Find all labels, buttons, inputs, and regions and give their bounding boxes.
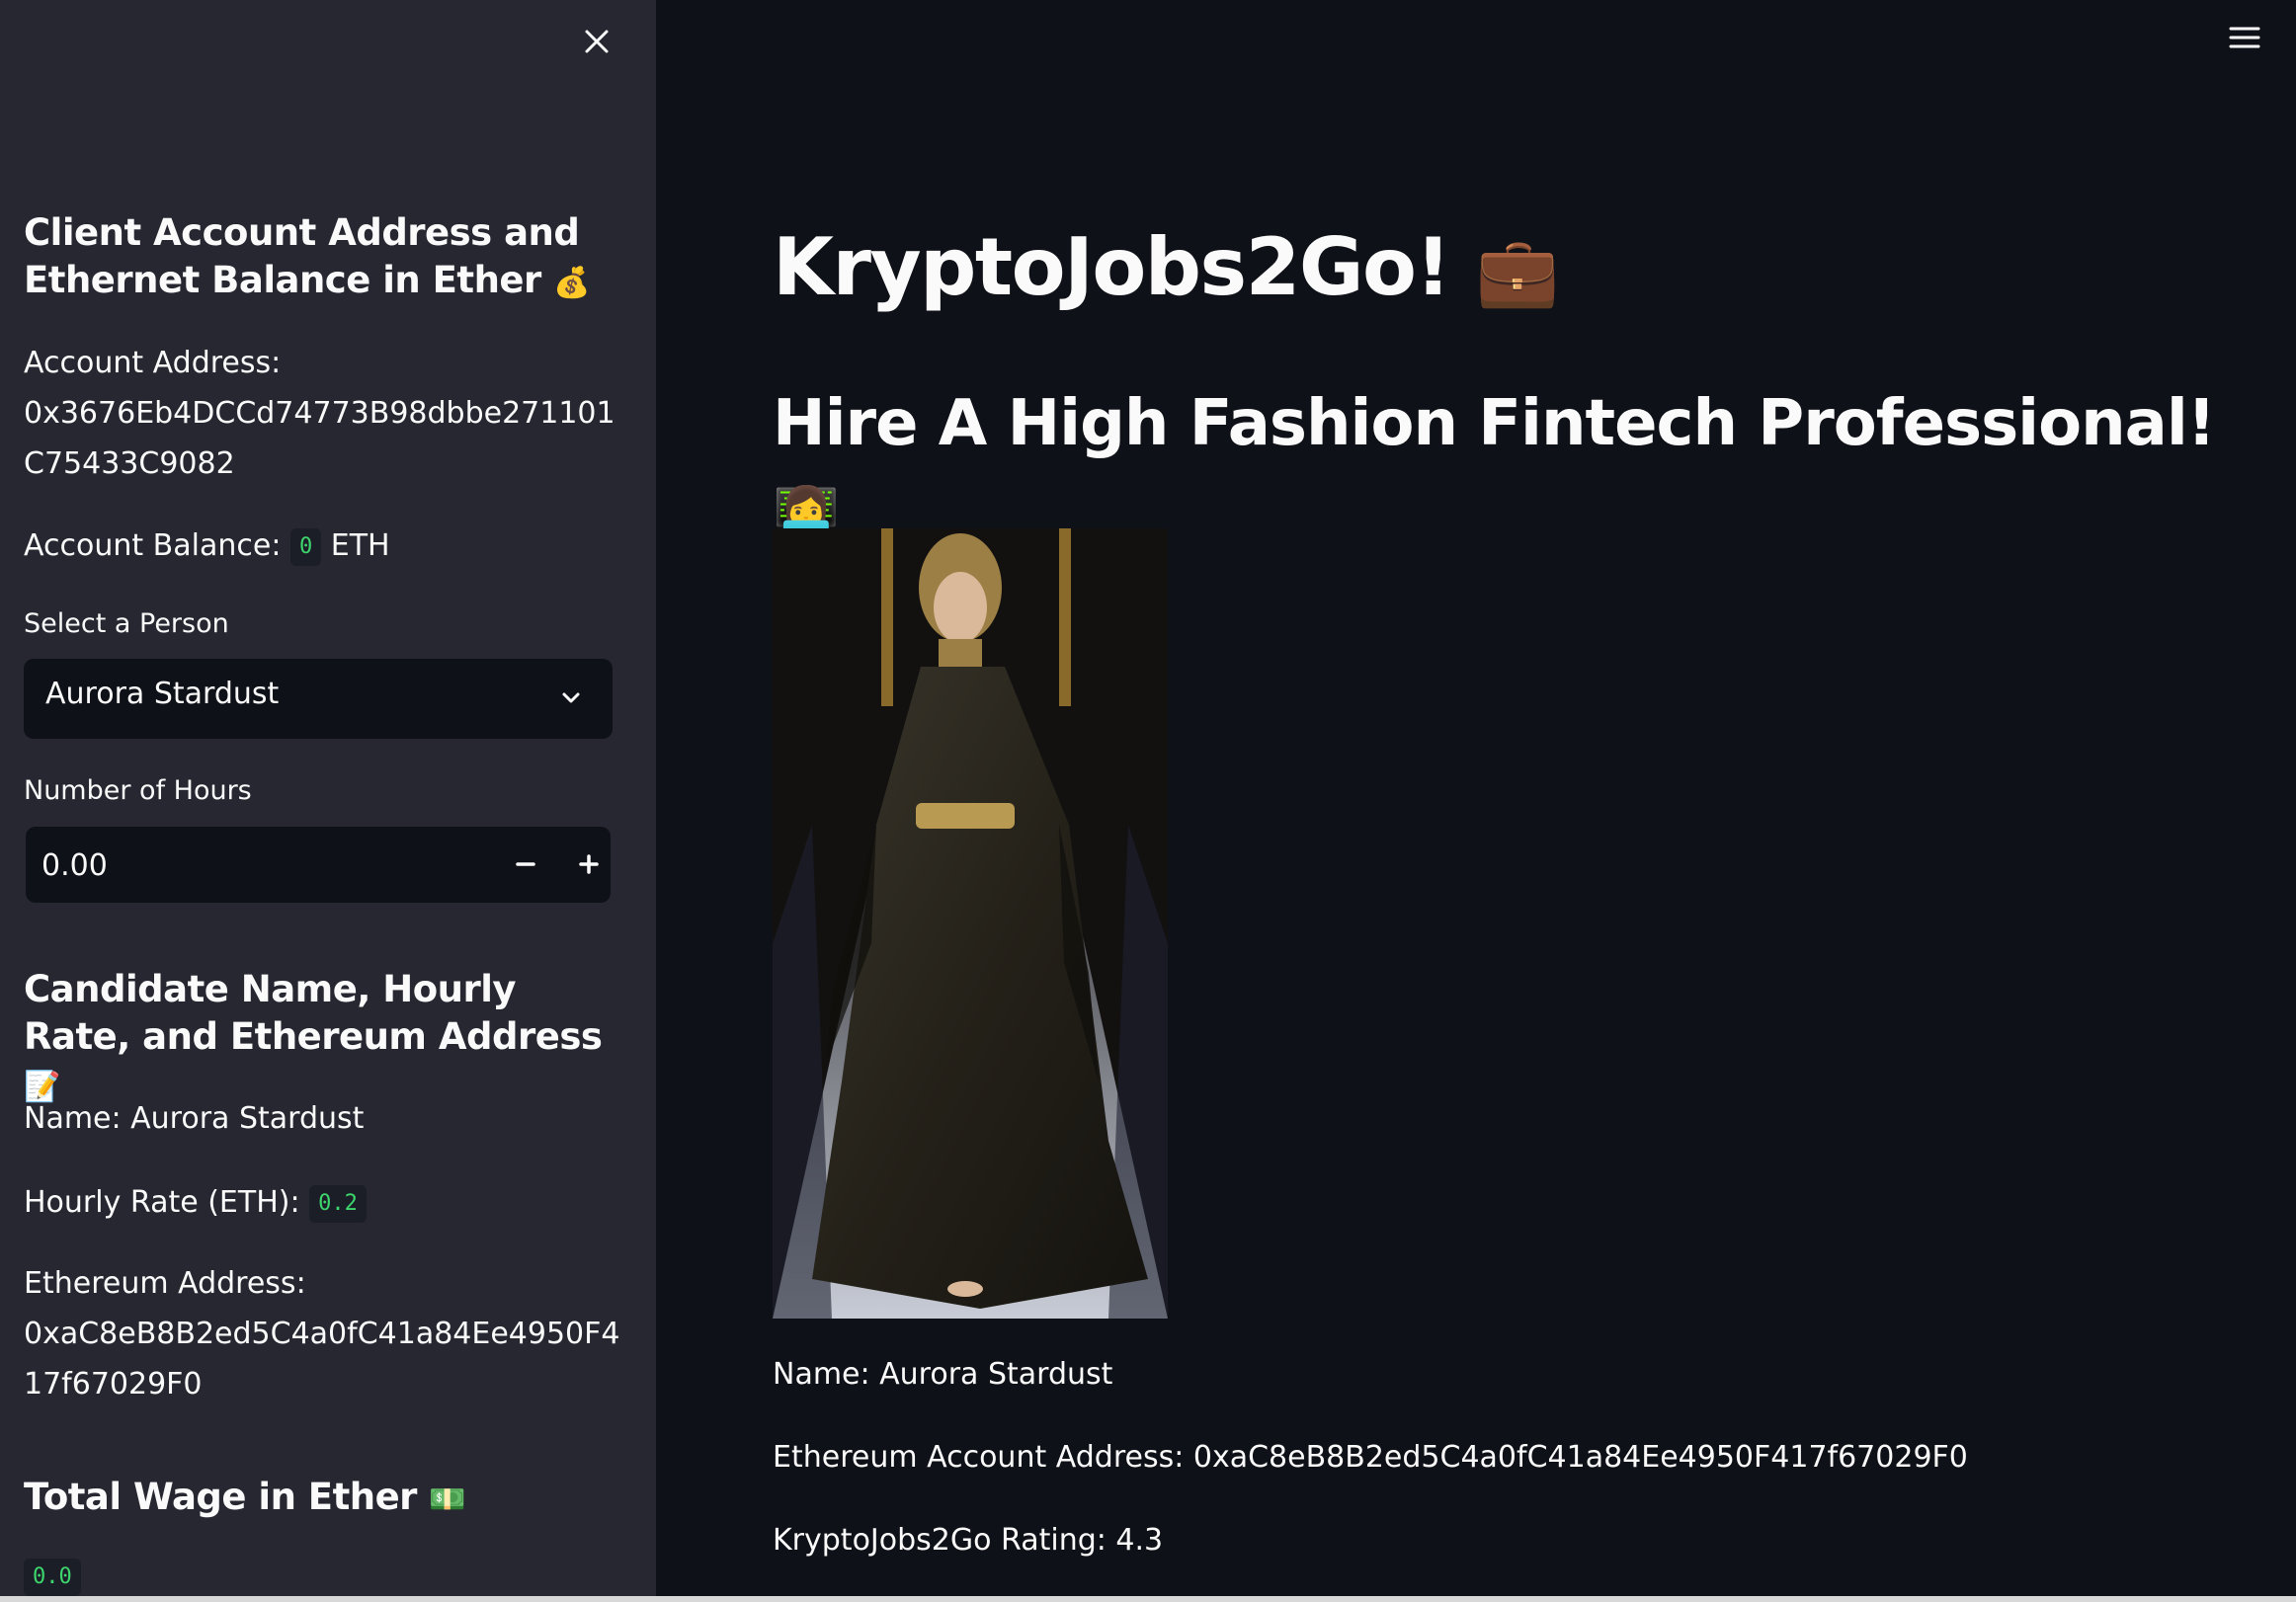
main-menu-button[interactable] xyxy=(2225,18,2264,57)
wage-heading: Total Wage in Ether 💵 xyxy=(24,1474,626,1524)
wage-value: 0.0 xyxy=(24,1559,81,1596)
decrement-button[interactable] xyxy=(502,841,549,888)
account-balance-label: Account Balance: xyxy=(24,528,282,563)
page-title-text: KryptoJobs2Go! xyxy=(773,221,1451,313)
ethereum-address-label: Ethereum Address: xyxy=(24,1266,306,1301)
account-balance-unit: ETH xyxy=(330,528,390,563)
candidate-eth-address-main: Ethereum Account Address: 0xaC8eB8B2ed5C… xyxy=(773,1440,1968,1475)
account-heading: Client Account Address and Ethernet Bala… xyxy=(24,209,626,307)
hours-label: Number of Hours xyxy=(24,775,252,806)
hourly-rate-value: 0.2 xyxy=(309,1184,367,1223)
page-subtitle-text: Hire A High Fashion Fintech Professional… xyxy=(773,387,2216,460)
money-bag-icon: 💰 xyxy=(553,266,591,300)
select-person-value: Aurora Stardust xyxy=(45,677,280,711)
increment-button[interactable] xyxy=(565,841,613,888)
account-address-label: Account Address: xyxy=(24,346,282,380)
money-icon: 💵 xyxy=(429,1482,466,1517)
select-person-dropdown[interactable]: Aurora Stardust xyxy=(24,659,613,739)
chevron-down-icon xyxy=(562,692,580,703)
candidate-heading: Candidate Name, Hourly Rate, and Ethereu… xyxy=(24,966,626,1111)
window-bottom-edge xyxy=(0,1596,2296,1602)
account-balance-value: 0 xyxy=(289,527,322,566)
sidebar: Client Account Address and Ethernet Bala… xyxy=(0,0,656,1596)
close-sidebar-button[interactable] xyxy=(573,18,620,65)
briefcase-icon: 💼 xyxy=(1475,233,1560,311)
account-balance-line: Account Balance: 0 ETH xyxy=(24,521,626,571)
ethereum-address-block: Ethereum Address: 0xaC8eB8B2ed5C4a0fC41a… xyxy=(24,1258,626,1409)
candidate-heading-text: Candidate Name, Hourly Rate, and Ethereu… xyxy=(24,968,603,1058)
hours-number-input xyxy=(26,827,611,903)
wage-heading-text: Total Wage in Ether xyxy=(24,1476,417,1518)
candidate-name-main: Name: Aurora Stardust xyxy=(773,1357,1113,1392)
plus-icon xyxy=(579,854,599,874)
account-address-block: Account Address: 0x3676Eb4DCCd74773B98db… xyxy=(24,338,626,489)
hourly-rate-label: Hourly Rate (ETH): xyxy=(24,1185,300,1220)
hourly-rate-line: Hourly Rate (ETH): 0.2 xyxy=(24,1177,626,1228)
wage-value-block: 0.0 xyxy=(24,1559,81,1596)
account-heading-text: Client Account Address and Ethernet Bala… xyxy=(24,211,580,301)
candidate-photo xyxy=(773,528,1168,1319)
candidate-name: Name: Aurora Stardust xyxy=(24,1101,365,1136)
account-address-value: 0x3676Eb4DCCd74773B98dbbe271101C75433C90… xyxy=(24,396,615,481)
hamburger-menu-icon xyxy=(2229,27,2260,48)
app-window: Client Account Address and Ethernet Bala… xyxy=(0,0,2296,1602)
hours-input[interactable] xyxy=(40,841,478,890)
runway-model-image xyxy=(773,528,1168,1319)
select-person-label: Select a Person xyxy=(24,608,229,639)
minus-icon xyxy=(516,862,535,866)
ethereum-address-value: 0xaC8eB8B2ed5C4a0fC41a84Ee4950F417f67029… xyxy=(24,1317,620,1402)
candidate-rating: KryptoJobs2Go Rating: 4.3 xyxy=(773,1523,1164,1558)
page-title: KryptoJobs2Go! 💼 xyxy=(773,215,1560,325)
close-icon xyxy=(585,30,609,53)
